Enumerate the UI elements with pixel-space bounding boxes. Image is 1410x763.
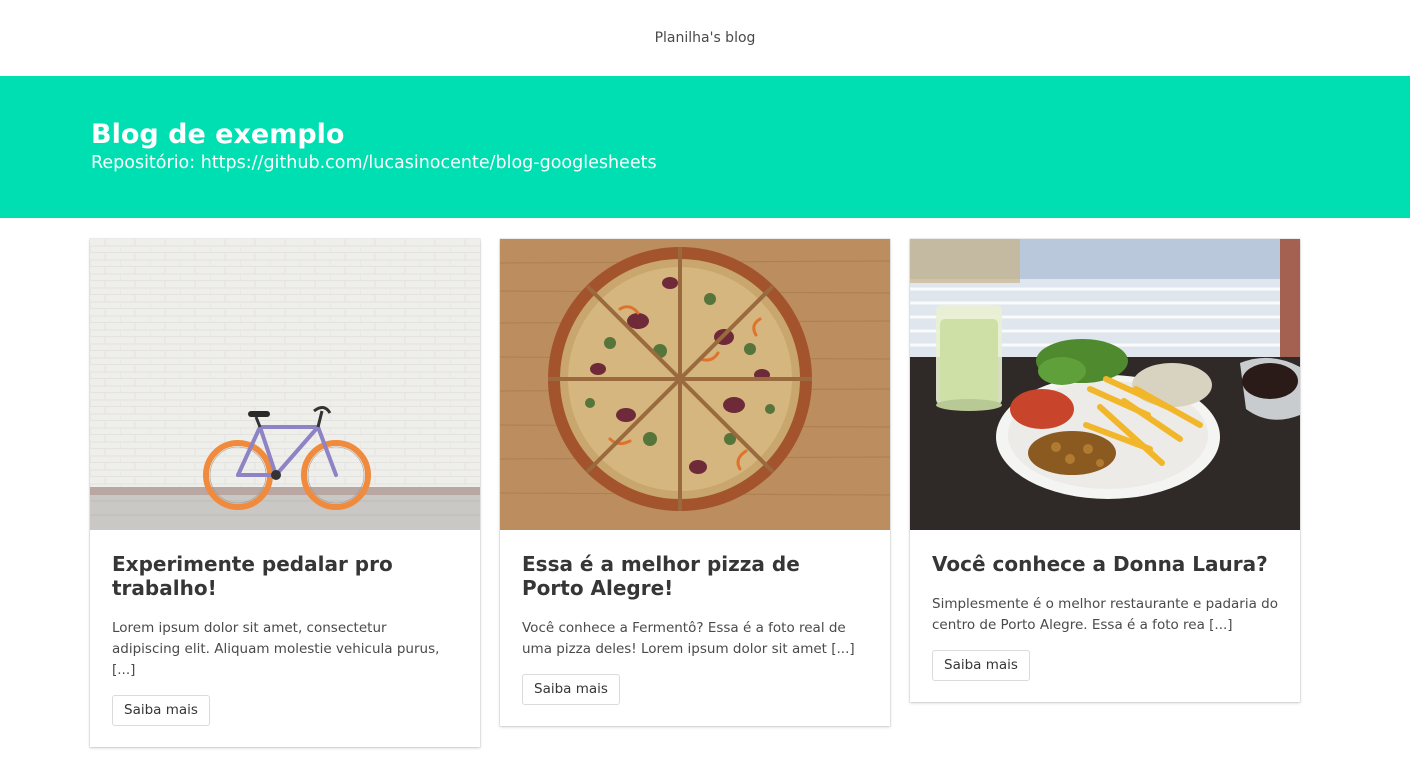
post-card-2: Essa é a melhor pizza de Porto Alegre! V… [500,239,890,726]
post-title[interactable]: Experimente pedalar pro trabalho! [112,552,458,600]
hero-subtitle: Repositório: https://github.com/lucasino… [91,153,657,173]
hero-title: Blog de exemplo [91,119,345,150]
post-card-3-content: Você conhece a Donna Laura? Simplesmente… [910,530,1300,702]
saiba-mais-button[interactable]: Saiba mais [112,695,210,726]
post-title[interactable]: Essa é a melhor pizza de Porto Alegre! [522,552,868,600]
post-excerpt: Lorem ipsum dolor sit amet, consectetur … [112,620,440,678]
post-card-1: Experimente pedalar pro trabalho! Lorem … [90,239,480,747]
post-title[interactable]: Você conhece a Donna Laura? [932,552,1278,576]
bicycle-photo[interactable] [90,239,480,530]
pizza-photo[interactable] [500,239,890,530]
post-card-1-content: Experimente pedalar pro trabalho! Lorem … [90,530,480,747]
hero-banner: Blog de exemplo Repositório: https://git… [0,76,1410,218]
post-excerpt: Simplesmente é o melhor restaurante e pa… [932,596,1279,633]
post-card-3: Você conhece a Donna Laura? Simplesmente… [910,239,1300,702]
post-card-2-content: Essa é a melhor pizza de Porto Alegre! V… [500,530,890,726]
saiba-mais-button[interactable]: Saiba mais [932,650,1030,681]
food-plate-photo[interactable] [910,239,1300,530]
navbar: Planilha's blog [0,0,1410,76]
post-list: Experimente pedalar pro trabalho! Lorem … [0,218,1410,747]
saiba-mais-button[interactable]: Saiba mais [522,674,620,705]
navbar-brand-link[interactable]: Planilha's blog [643,22,768,54]
post-excerpt: Você conhece a Fermentô? Essa é a foto r… [522,620,855,657]
